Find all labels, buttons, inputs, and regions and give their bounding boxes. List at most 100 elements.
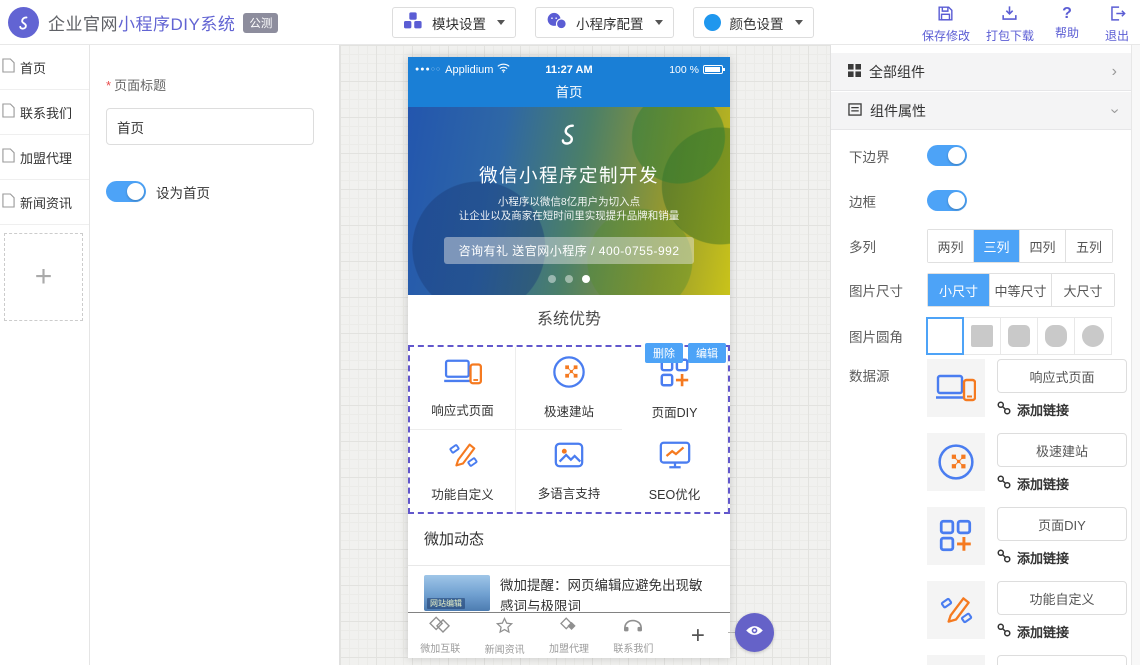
set-home-label: 设为首页 bbox=[156, 182, 210, 202]
save-button[interactable]: 保存修改 bbox=[922, 4, 970, 44]
add-link-button[interactable]: 添加链接 bbox=[997, 400, 1127, 419]
tab-add-button[interactable]: + bbox=[666, 613, 730, 658]
size-option-small[interactable]: 小尺寸 bbox=[928, 274, 990, 306]
miniprogram-config-button[interactable]: 小程序配置 bbox=[535, 7, 674, 38]
add-link-button[interactable]: 添加链接 bbox=[997, 474, 1127, 493]
inspector-scrollbar[interactable] bbox=[1131, 45, 1140, 665]
beta-badge: 公测 bbox=[243, 13, 278, 33]
feature-cell[interactable]: 响应式页面 bbox=[410, 347, 516, 430]
feature-cell[interactable]: 功能自定义 bbox=[410, 430, 516, 513]
size-option-large[interactable]: 大尺寸 bbox=[1052, 274, 1114, 306]
carousel-dots[interactable] bbox=[408, 275, 730, 283]
datasource-title-input[interactable] bbox=[997, 433, 1127, 467]
props-list-icon bbox=[848, 103, 862, 119]
eye-icon bbox=[745, 624, 764, 642]
app-root: 企业官网小程序DIY系统 公测 模块设置 小程序配置 颜色设置 bbox=[0, 0, 1140, 665]
news-item-title: 微加提醒：网页编辑应避免出现敏感词与极限词 bbox=[500, 575, 714, 611]
banner-carousel[interactable]: 微信小程序定制开发 小程序以微信8亿用户为切入点 让企业以及商家在短时间里实现提… bbox=[408, 107, 730, 295]
news-list-item[interactable]: 网站编辑 微加提醒：网页编辑应避免出现敏感词与极限词 bbox=[408, 566, 730, 611]
tags-icon bbox=[558, 616, 581, 638]
page-settings-panel: *页面标题 设为首页 bbox=[90, 45, 340, 665]
phone-tab-bar: 微加互联 新闻资讯 加盟代理 bbox=[408, 612, 730, 658]
columns-option-3[interactable]: 三列 bbox=[974, 230, 1020, 262]
brand: 企业官网小程序DIY系统 公测 bbox=[8, 7, 278, 38]
datasource-item: 添加链接 bbox=[927, 433, 1127, 493]
components-grid-icon bbox=[848, 64, 861, 80]
battery-icon bbox=[703, 65, 723, 74]
radius-option-circle[interactable] bbox=[1074, 317, 1112, 355]
color-circle-icon bbox=[704, 14, 721, 31]
page-icon bbox=[2, 58, 15, 76]
radius-option-square[interactable] bbox=[926, 317, 964, 355]
datasource-item bbox=[927, 655, 1127, 665]
page-icon bbox=[2, 193, 15, 211]
image-size-row: 图片尺寸 小尺寸 中等尺寸 大尺寸 bbox=[849, 273, 1121, 307]
tab-weijia[interactable]: 微加互联 bbox=[408, 613, 472, 658]
download-icon bbox=[1000, 4, 1019, 26]
weijia-icon bbox=[428, 616, 452, 638]
size-option-medium[interactable]: 中等尺寸 bbox=[990, 274, 1052, 306]
save-icon bbox=[936, 4, 955, 26]
radius-option-extra[interactable] bbox=[1037, 317, 1075, 355]
datasource-title-input[interactable] bbox=[997, 655, 1127, 665]
banner-cta-pill[interactable]: 咨询有礼 送官网小程序 / 400-0755-992 bbox=[444, 237, 693, 264]
page-icon bbox=[2, 148, 15, 166]
download-button[interactable]: 打包下载 bbox=[986, 4, 1034, 44]
bottom-margin-toggle[interactable] bbox=[927, 145, 967, 166]
feature-grid-component[interactable]: 删除 编辑 响应式页面 极速建站 bbox=[408, 345, 730, 514]
columns-segment: 两列 三列 四列 五列 bbox=[927, 229, 1113, 263]
miniprogram-icon bbox=[546, 12, 567, 33]
banner-subtitle: 小程序以微信8亿用户为切入点 让企业以及商家在短时间里实现提升品牌和销量 bbox=[408, 195, 730, 223]
dropdown-caret-icon bbox=[655, 20, 663, 25]
sidebar-item-news[interactable]: 新闻资讯 bbox=[0, 180, 89, 225]
edit-badge-button[interactable]: 编辑 bbox=[688, 343, 726, 363]
datasource-item: 添加链接 bbox=[927, 507, 1127, 567]
columns-option-4[interactable]: 四列 bbox=[1020, 230, 1066, 262]
radius-option-rounded[interactable] bbox=[1000, 317, 1038, 355]
add-page-button[interactable]: + bbox=[4, 233, 83, 321]
image-radius-options bbox=[927, 317, 1112, 355]
fast-build-icon bbox=[552, 355, 586, 394]
color-settings-button[interactable]: 颜色设置 bbox=[693, 7, 814, 38]
tab-agency[interactable]: 加盟代理 bbox=[537, 613, 601, 658]
header-toolbar: 模块设置 小程序配置 颜色设置 bbox=[392, 7, 814, 38]
add-link-button[interactable]: 添加链接 bbox=[997, 622, 1127, 641]
border-toggle[interactable] bbox=[927, 190, 967, 211]
component-props-header[interactable]: 组件属性 › bbox=[831, 92, 1131, 130]
tab-news[interactable]: 新闻资讯 bbox=[472, 613, 536, 658]
radius-option-slight[interactable] bbox=[963, 317, 1001, 355]
sidebar-item-agency[interactable]: 加盟代理 bbox=[0, 135, 89, 180]
add-link-button[interactable]: 添加链接 bbox=[997, 548, 1127, 567]
datasource-title-input[interactable] bbox=[997, 507, 1127, 541]
app-title: 企业官网小程序DIY系统 bbox=[48, 10, 235, 35]
help-button[interactable]: ? 帮助 bbox=[1050, 4, 1084, 44]
all-components-header[interactable]: 全部组件 › bbox=[831, 53, 1131, 91]
columns-row: 多列 两列 三列 四列 五列 bbox=[849, 229, 1121, 263]
page-title-input[interactable] bbox=[106, 108, 314, 145]
datasource-title-input[interactable] bbox=[997, 581, 1127, 615]
columns-option-2[interactable]: 两列 bbox=[928, 230, 974, 262]
fast-build-icon bbox=[927, 433, 985, 491]
editor-canvas: ●●●○○ Applidium 11:27 AM 100 % 首页 微信小程序定… bbox=[340, 45, 830, 665]
page-list-sidebar: 首页 联系我们 加盟代理 新闻资讯 + bbox=[0, 45, 90, 665]
custom-func-icon bbox=[446, 438, 480, 477]
chevron-down-icon: › bbox=[1106, 108, 1122, 113]
feature-cell[interactable]: 极速建站 bbox=[516, 347, 622, 430]
tab-contact[interactable]: 联系我们 bbox=[601, 613, 665, 658]
preview-eye-button[interactable] bbox=[735, 613, 774, 652]
feature-cell[interactable]: 多语言支持 bbox=[516, 430, 622, 513]
link-icon bbox=[997, 549, 1011, 566]
banner-logo-icon bbox=[408, 121, 730, 156]
module-settings-button[interactable]: 模块设置 bbox=[392, 7, 516, 38]
delete-badge-button[interactable]: 删除 bbox=[645, 343, 683, 363]
feature-cell[interactable]: SEO优化 bbox=[622, 430, 728, 513]
sidebar-item-contact[interactable]: 联系我们 bbox=[0, 90, 89, 135]
component-inspector: 全部组件 › 组件属性 › 下边界 边框 多列 两列 三列 四列 五列 bbox=[830, 45, 1131, 665]
custom-func-icon bbox=[927, 581, 985, 639]
modules-icon bbox=[403, 12, 423, 33]
set-home-toggle[interactable] bbox=[106, 181, 146, 202]
datasource-title-input[interactable] bbox=[997, 359, 1127, 393]
sidebar-item-home[interactable]: 首页 bbox=[0, 45, 89, 90]
exit-button[interactable]: 退出 bbox=[1100, 4, 1134, 44]
columns-option-5[interactable]: 五列 bbox=[1066, 230, 1112, 262]
